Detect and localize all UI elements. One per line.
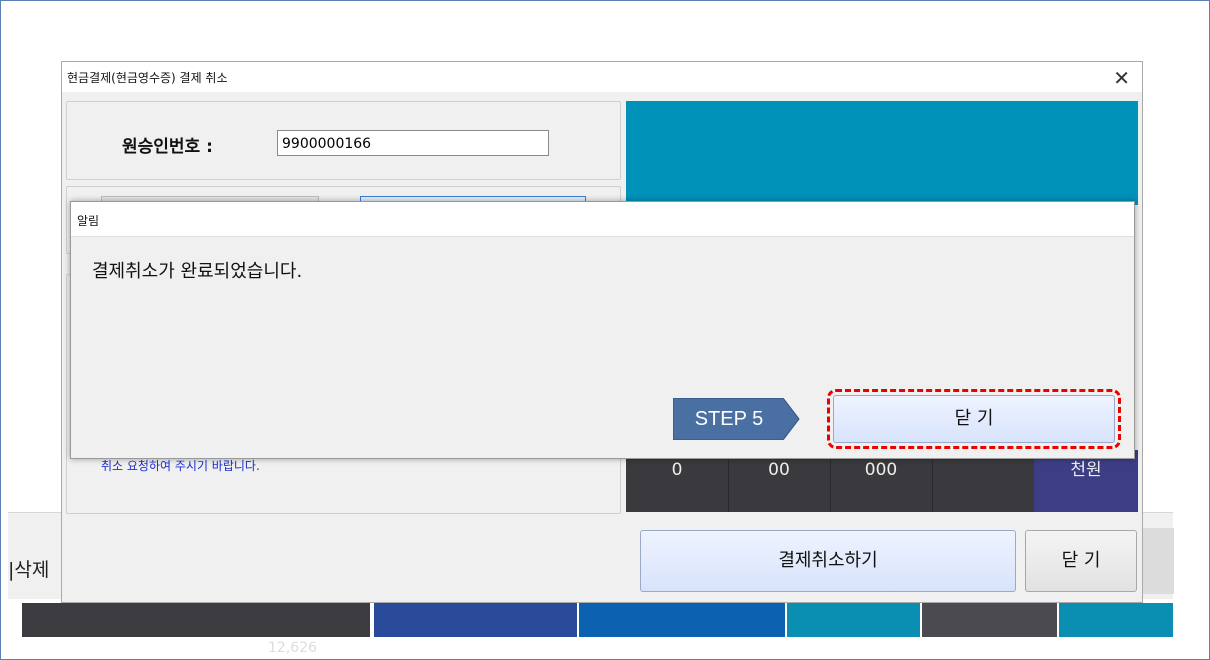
close-icon[interactable]: ✕ [1113, 66, 1130, 90]
background-bottom-tile-6[interactable] [1059, 603, 1173, 637]
background-delete-button[interactable]: |삭제 [8, 555, 49, 582]
key-000[interactable]: 000 [830, 450, 933, 512]
key-blank[interactable] [932, 450, 1035, 512]
key-0[interactable]: 0 [626, 450, 729, 512]
key-thousand-won[interactable]: 천원 [1034, 450, 1138, 512]
key-00[interactable]: 00 [728, 450, 831, 512]
approval-number-label: 원승인번호 : [122, 137, 213, 157]
cancel-request-note: 취소 요청하여 주시기 바랍니다. [101, 459, 260, 473]
alert-message: 결제취소가 완료되었습니다. [92, 261, 303, 282]
background-bottom-tile-1[interactable] [22, 603, 370, 637]
background-total-amount: 12,626 [268, 640, 317, 656]
background-bottom-tile-2[interactable] [374, 603, 577, 637]
amount-display-panel [626, 101, 1138, 205]
alert-title: 알림 [77, 214, 100, 228]
background-bottom-tile-5[interactable] [922, 603, 1057, 637]
dialog-title: 현금결제(현금영수증) 결제 취소 [67, 71, 228, 85]
dialog-close-button[interactable]: 닫 기 [1025, 530, 1137, 592]
dialog-title-bar: 현금결제(현금영수증) 결제 취소 ✕ [62, 62, 1142, 92]
step-label: STEP 5 [694, 408, 764, 430]
notice-alert-dialog: 알림 결제취소가 완료되었습니다. STEP 5 닫 기 [70, 201, 1135, 459]
alert-close-button[interactable]: 닫 기 [827, 389, 1121, 449]
background-bottom-tile-3[interactable] [579, 603, 785, 637]
background-bottom-tile-4[interactable] [787, 603, 920, 637]
amount-keypad: 0 00 000 천원 [626, 450, 1138, 512]
approval-number-field[interactable]: 9900000166 [277, 130, 549, 156]
cancel-payment-button[interactable]: 결제취소하기 [640, 530, 1016, 592]
step-badge: STEP 5 [673, 398, 801, 440]
alert-title-bar: 알림 [71, 202, 1134, 237]
approval-number-panel: 원승인번호 : 9900000166 [66, 101, 621, 180]
